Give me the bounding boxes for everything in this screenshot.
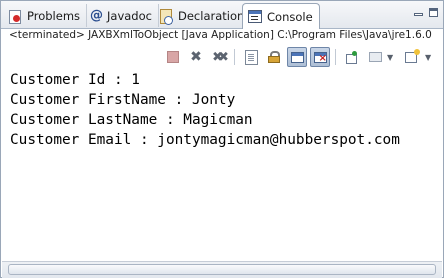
- chevron-down-icon[interactable]: ▼: [425, 53, 431, 62]
- pin-console-icon: [346, 51, 358, 64]
- console-output[interactable]: Customer Id : 1 Customer FirstName : Jon…: [2, 70, 442, 262]
- tab-label: Problems: [27, 8, 81, 23]
- console-line: Customer Id : 1: [10, 72, 140, 88]
- tab-label: Console: [267, 9, 313, 24]
- tab-javadoc[interactable]: @ Javadoc: [85, 4, 159, 27]
- tab-declaration[interactable]: Declaration: [154, 4, 252, 27]
- show-console-on-stderr-button[interactable]: [310, 47, 330, 67]
- clear-console-button[interactable]: [241, 47, 261, 67]
- declaration-icon: [159, 8, 173, 25]
- console-icon: [248, 10, 262, 23]
- display-selected-console-button[interactable]: [365, 47, 385, 67]
- scroll-lock-icon: [268, 51, 280, 63]
- pin-console-button[interactable]: [342, 47, 362, 67]
- show-console-on-stderr-icon: [313, 51, 327, 64]
- scroll-lock-button[interactable]: [264, 47, 284, 67]
- open-console-button[interactable]: [401, 47, 421, 67]
- chevron-down-icon[interactable]: ▼: [387, 53, 393, 62]
- show-console-on-stdout-button[interactable]: [287, 47, 307, 67]
- maximize-view-button[interactable]: [428, 7, 439, 18]
- javadoc-icon: @: [90, 8, 103, 23]
- console-view: Problems @ Javadoc Declaration Console <…: [0, 0, 444, 278]
- terminate-button[interactable]: [163, 47, 183, 67]
- console-line: Customer Email : jontymagicman@hubberspo…: [10, 132, 400, 148]
- tab-label: Declaration: [178, 8, 245, 23]
- remove-all-terminated-button[interactable]: ✖✖: [208, 47, 229, 67]
- toolbar-separator: [335, 49, 336, 65]
- console-line: Customer FirstName : Jonty: [10, 92, 236, 108]
- display-selected-console-icon: [368, 52, 382, 62]
- show-console-on-stdout-icon: [290, 51, 304, 63]
- horizontal-scrollbar[interactable]: [2, 261, 442, 278]
- clear-console-icon: [244, 49, 258, 65]
- terminate-icon: [167, 51, 179, 63]
- tab-problems[interactable]: Problems: [3, 4, 88, 27]
- tab-console[interactable]: Console: [242, 3, 320, 29]
- minimize-view-button[interactable]: [413, 7, 424, 18]
- view-tab-strip: Problems @ Javadoc Declaration Console: [1, 1, 443, 29]
- open-console-icon: [405, 48, 420, 63]
- problems-icon: [8, 9, 22, 24]
- scrollbar-thumb[interactable]: [8, 264, 436, 275]
- console-toolbar: ✖ ✖✖ ▼ ▼: [1, 45, 443, 69]
- remove-all-terminated-icon: ✖✖: [212, 49, 229, 65]
- console-status-line: <terminated> JAXBXmlToObject [Java Appli…: [9, 29, 432, 41]
- remove-launch-icon: ✖: [190, 49, 202, 65]
- console-line: Customer LastName : Magicman: [10, 112, 253, 128]
- tab-label: Javadoc: [107, 8, 152, 23]
- remove-launch-button[interactable]: ✖: [186, 47, 206, 67]
- toolbar-separator: [234, 49, 235, 65]
